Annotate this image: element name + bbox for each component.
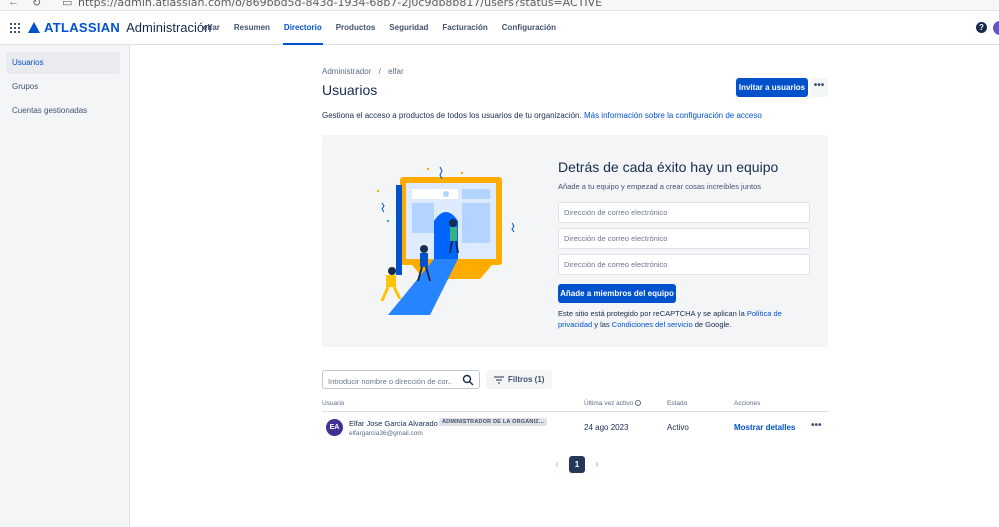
reload-icon[interactable]: ↻ bbox=[32, 0, 41, 9]
invite-users-button[interactable]: Invitar a usuarios bbox=[736, 78, 808, 97]
column-header-actions: Acciones bbox=[734, 400, 761, 407]
page-title: Usuarios bbox=[322, 82, 378, 98]
column-header-last-active: Última vez activo i bbox=[584, 400, 641, 407]
nav-item-seguridad[interactable]: Seguridad bbox=[382, 11, 435, 45]
info-icon[interactable]: i bbox=[634, 400, 641, 407]
app-switcher-icon[interactable] bbox=[10, 23, 20, 33]
atlassian-logo[interactable]: ATLASSIAN Administración bbox=[28, 20, 211, 35]
previous-page-icon[interactable]: ‹ bbox=[551, 459, 563, 470]
promo-title: Detrás de cada éxito hay un equipo bbox=[558, 159, 779, 175]
nav-item-elfar[interactable]: elfar bbox=[196, 11, 227, 45]
user-avatar: EA bbox=[326, 419, 343, 436]
more-actions-button[interactable]: ••• bbox=[810, 78, 828, 97]
add-team-members-button[interactable]: Añade a miembros del equipo bbox=[558, 284, 676, 303]
page-description: Gestiona el acceso a productos de todos … bbox=[322, 111, 762, 120]
filter-icon bbox=[494, 375, 504, 384]
primary-nav: elfar Resumen Directorio Productos Segur… bbox=[196, 11, 563, 45]
nav-item-directorio[interactable]: Directorio bbox=[277, 11, 329, 45]
email-field-1[interactable] bbox=[558, 202, 810, 223]
atlassian-logo-icon bbox=[28, 22, 40, 33]
terms-of-service-link[interactable]: Condiciones del servicio bbox=[612, 320, 693, 329]
table-divider bbox=[322, 411, 828, 412]
column-header-status: Estado bbox=[667, 400, 688, 407]
breadcrumb-separator: / bbox=[378, 67, 381, 76]
user-email: elfargarcia36@gmail.com bbox=[349, 430, 423, 437]
recaptcha-notice: Este sitio está protegido por reCAPTCHA … bbox=[558, 308, 818, 330]
sidebar-item-grupos[interactable]: Grupos bbox=[6, 76, 120, 98]
email-field-3[interactable] bbox=[558, 254, 810, 275]
nav-item-configuracion[interactable]: Configuración bbox=[495, 11, 563, 45]
user-search-box bbox=[322, 370, 480, 390]
browser-address-bar: ← ↻ ▭ https://admin.atlassian.com/o/869b… bbox=[0, 0, 999, 11]
nav-item-productos[interactable]: Productos bbox=[329, 11, 383, 45]
breadcrumb-elfar[interactable]: elfar bbox=[388, 67, 404, 76]
profile-avatar[interactable] bbox=[993, 21, 999, 35]
description-text: Gestiona el acceso a productos de todos … bbox=[322, 111, 582, 120]
org-admin-badge: ADMINISTRADOR DE LA ORGANIZ... bbox=[439, 418, 548, 426]
team-illustration bbox=[376, 166, 515, 315]
nav-item-resumen[interactable]: Resumen bbox=[227, 11, 277, 45]
url-text[interactable]: https://admin.atlassian.com/o/869bbd5d-8… bbox=[78, 0, 602, 9]
page-number-current[interactable]: 1 bbox=[569, 456, 585, 473]
access-config-link[interactable]: Más información sobre la configuración d… bbox=[584, 111, 762, 120]
breadcrumb-administrador[interactable]: Administrador bbox=[322, 67, 371, 76]
search-input[interactable] bbox=[323, 373, 457, 390]
column-header-user: Usuario bbox=[322, 400, 345, 407]
next-page-icon[interactable]: › bbox=[591, 459, 603, 470]
sidebar: Usuarios Grupos Cuentas gestionadas bbox=[0, 45, 130, 527]
user-name[interactable]: Elfar Jose Garcia Alvarado bbox=[349, 419, 438, 428]
search-icon[interactable] bbox=[462, 374, 474, 386]
sidebar-item-usuarios[interactable]: Usuarios bbox=[6, 52, 120, 74]
row-more-actions-button[interactable]: ••• bbox=[811, 420, 822, 431]
email-field-2[interactable] bbox=[558, 228, 810, 249]
logo-wordmark: ATLASSIAN bbox=[44, 20, 121, 35]
filters-label: Filtros (1) bbox=[508, 375, 545, 384]
pagination: ‹ 1 › bbox=[551, 456, 603, 473]
back-arrow-icon[interactable]: ← bbox=[8, 0, 19, 8]
recaptcha-text-post: de Google. bbox=[692, 320, 732, 329]
help-icon[interactable]: ? bbox=[976, 22, 987, 33]
recaptcha-text-pre: Este sitio está protegido por reCAPTCHA … bbox=[558, 309, 747, 318]
top-navigation: ATLASSIAN Administración elfar Resumen D… bbox=[0, 11, 999, 45]
sidebar-item-cuentas-gestionadas[interactable]: Cuentas gestionadas bbox=[6, 100, 120, 122]
promo-subtitle: Añade a tu equipo y empezad a crear cosa… bbox=[558, 182, 762, 191]
show-details-link[interactable]: Mostrar detalles bbox=[734, 423, 795, 432]
recaptcha-text-mid: y las bbox=[592, 320, 612, 329]
filters-button[interactable]: Filtros (1) bbox=[486, 370, 553, 389]
invite-promo-panel: Detrás de cada éxito hay un equipo Añade… bbox=[322, 135, 828, 347]
breadcrumb: Administrador / elfar bbox=[322, 67, 404, 76]
page-info-icon[interactable]: ▭ bbox=[62, 0, 72, 9]
last-active-header-text: Última vez activo bbox=[584, 400, 634, 407]
nav-item-facturacion[interactable]: Facturación bbox=[435, 11, 494, 45]
user-status: Activo bbox=[667, 423, 689, 432]
user-last-active: 24 ago 2023 bbox=[584, 423, 629, 432]
